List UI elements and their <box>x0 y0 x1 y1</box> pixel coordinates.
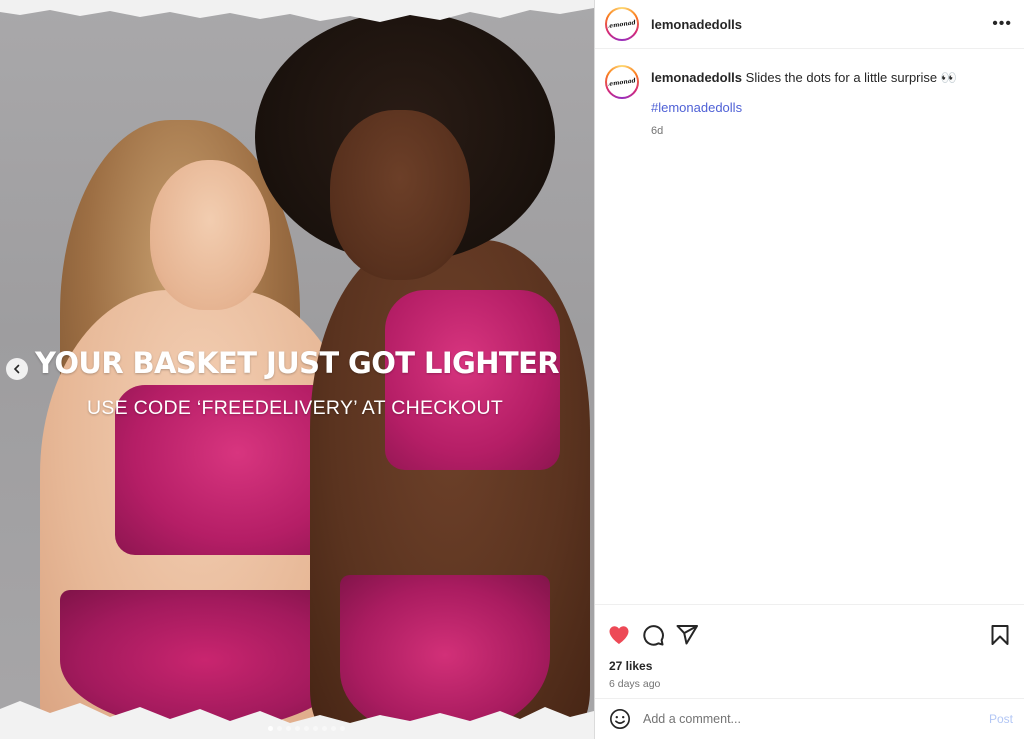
save-button[interactable] <box>988 623 1012 647</box>
model-right-bra <box>385 290 560 470</box>
emoji-smile-icon[interactable] <box>609 708 631 730</box>
post-side-panel: Lemonade lemonadedolls ••• Lemonade lemo… <box>594 0 1024 739</box>
torn-paper-top <box>0 0 594 22</box>
like-button[interactable] <box>607 623 631 647</box>
model-left-face <box>150 160 270 310</box>
caption-avatar-logo-text: Lemonade <box>607 76 637 88</box>
post-media[interactable]: YOUR BASKET JUST GOT LIGHTER USE CODE ‘F… <box>0 0 594 739</box>
post-time-ago: 6 days ago <box>609 678 661 690</box>
share-button[interactable] <box>675 623 699 647</box>
carousel-dot <box>268 726 273 731</box>
carousel-dot <box>313 726 318 731</box>
more-options-icon[interactable]: ••• <box>992 15 1012 33</box>
avatar[interactable]: Lemonade <box>605 7 639 41</box>
paper-plane-icon <box>676 625 698 645</box>
author-username[interactable]: lemonadedolls <box>651 17 992 32</box>
comment-input[interactable] <box>643 712 989 726</box>
carousel-dot <box>331 726 336 731</box>
carousel-prev-button[interactable] <box>6 358 28 380</box>
caption-avatar[interactable]: Lemonade <box>605 65 639 99</box>
caption-username[interactable]: lemonadedolls <box>651 70 742 85</box>
carousel-dot <box>295 726 300 731</box>
caption-text: Slides the dots for a little surprise 👀 <box>745 70 957 85</box>
caption-text-line: lemonadedolls Slides the dots for a litt… <box>651 69 957 86</box>
promo-subline: USE CODE ‘FREEDELIVERY’ AT CHECKOUT <box>86 397 504 419</box>
post-header: Lemonade lemonadedolls ••• <box>595 0 1024 49</box>
caption-hashtag[interactable]: #lemonadedolls <box>651 100 957 115</box>
likes-count[interactable]: 27 likes <box>595 655 1024 673</box>
carousel-dot <box>286 726 291 731</box>
heart-filled-icon <box>609 626 629 644</box>
carousel-dot <box>277 726 282 731</box>
carousel-dot <box>340 726 345 731</box>
comment-button[interactable] <box>641 623 665 647</box>
carousel-dot <box>322 726 327 731</box>
avatar-logo-text: Lemonade <box>607 18 637 30</box>
carousel-dot <box>304 726 309 731</box>
comment-bar: Post <box>595 698 1024 739</box>
caption-age: 6d <box>651 125 664 137</box>
model-right-face <box>330 110 470 280</box>
torn-paper-bottom <box>0 701 594 739</box>
caption-section: Lemonade lemonadedolls Slides the dots f… <box>595 49 1024 605</box>
chevron-left-icon <box>13 364 20 374</box>
comment-bubble-icon <box>643 625 664 646</box>
post-comment-button[interactable]: Post <box>989 712 1013 726</box>
carousel-dots <box>268 726 345 731</box>
promo-headline: YOUR BASKET JUST GOT LIGHTER <box>34 346 560 380</box>
action-bar <box>595 605 1024 655</box>
bookmark-icon <box>991 625 1009 645</box>
